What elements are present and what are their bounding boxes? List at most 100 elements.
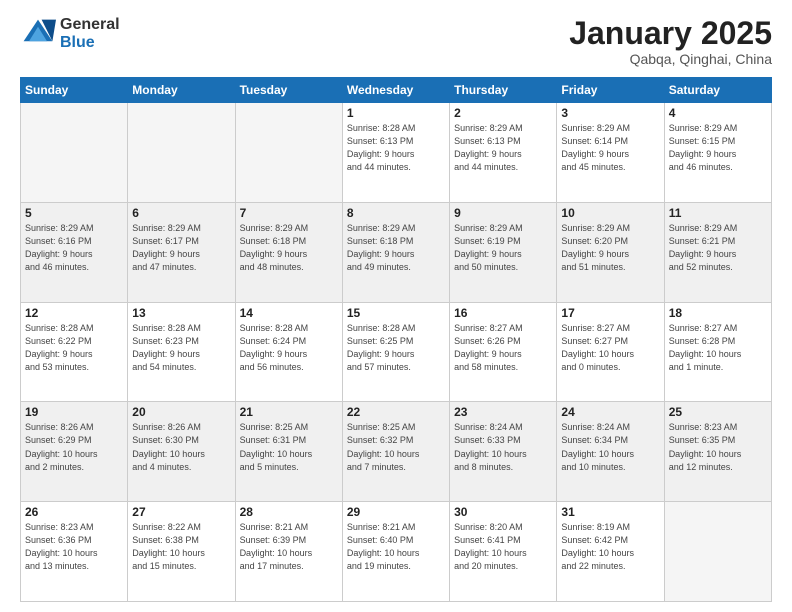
day-number: 22	[347, 405, 445, 419]
logo-blue: Blue	[60, 34, 120, 52]
calendar-cell: 2 Sunrise: 8:29 AM Sunset: 6:13 PM Daylig…	[450, 103, 557, 203]
day-info: Sunrise: 8:28 AM Sunset: 6:13 PM Dayligh…	[347, 122, 445, 174]
weekday-header-tuesday: Tuesday	[235, 78, 342, 103]
calendar-cell: 6Sunrise: 8:29 AM Sunset: 6:17 PM Daylig…	[128, 202, 235, 302]
calendar-table: SundayMondayTuesdayWednesdayThursdayFrid…	[20, 77, 772, 602]
day-number: 28	[240, 505, 338, 519]
day-number: 18	[669, 306, 767, 320]
day-number: 12	[25, 306, 123, 320]
day-number: 1	[347, 106, 445, 120]
logo: General Blue	[20, 16, 120, 52]
calendar-cell: 5 Sunrise: 8:29 AM Sunset: 6:16 PM Daylig…	[21, 202, 128, 302]
day-number: 19	[25, 405, 123, 419]
calendar-cell: 3Sunrise: 8:29 AM Sunset: 6:14 PM Daylig…	[557, 103, 664, 203]
day-number: 27	[132, 505, 230, 519]
calendar-cell: 31 Sunrise: 8:19 AM Sunset: 6:42 PM Dayli…	[557, 502, 664, 602]
day-info: Sunrise: 8:24 AM Sunset: 6:34 PM Dayligh…	[561, 421, 659, 473]
day-number: 31	[561, 505, 659, 519]
calendar-cell: 21Sunrise: 8:25 AM Sunset: 6:31 PM Dayli…	[235, 402, 342, 502]
calendar-week-row: 19 Sunrise: 8:26 AM Sunset: 6:29 PM Dayli…	[21, 402, 772, 502]
weekday-header-wednesday: Wednesday	[342, 78, 449, 103]
calendar-cell: 19 Sunrise: 8:26 AM Sunset: 6:29 PM Dayli…	[21, 402, 128, 502]
day-number: 6	[132, 206, 230, 220]
day-info: Sunrise: 8:29 AM Sunset: 6:18 PM Dayligh…	[347, 222, 445, 274]
calendar-cell: 24 Sunrise: 8:24 AM Sunset: 6:34 PM Dayli…	[557, 402, 664, 502]
day-info: Sunrise: 8:20 AM Sunset: 6:41 PM Dayligh…	[454, 521, 552, 573]
calendar-cell: 27 Sunrise: 8:22 AM Sunset: 6:38 PM Dayli…	[128, 502, 235, 602]
day-number: 8	[347, 206, 445, 220]
day-info: Sunrise: 8:25 AM Sunset: 6:32 PM Dayligh…	[347, 421, 445, 473]
day-info: Sunrise: 8:26 AM Sunset: 6:30 PM Dayligh…	[132, 421, 230, 473]
day-number: 24	[561, 405, 659, 419]
calendar-cell: 23Sunrise: 8:24 AM Sunset: 6:33 PM Dayli…	[450, 402, 557, 502]
logo-general: General	[60, 16, 120, 34]
day-number: 16	[454, 306, 552, 320]
logo-icon	[20, 16, 56, 52]
day-info: Sunrise: 8:19 AM Sunset: 6:42 PM Dayligh…	[561, 521, 659, 573]
calendar-week-row: 5 Sunrise: 8:29 AM Sunset: 6:16 PM Daylig…	[21, 202, 772, 302]
calendar-cell: 28 Sunrise: 8:21 AM Sunset: 6:39 PM Dayli…	[235, 502, 342, 602]
day-info: Sunrise: 8:23 AM Sunset: 6:35 PM Dayligh…	[669, 421, 767, 473]
calendar-cell: 12 Sunrise: 8:28 AM Sunset: 6:22 PM Dayli…	[21, 302, 128, 402]
main-title: January 2025	[569, 16, 772, 51]
calendar-cell: 11 Sunrise: 8:29 AM Sunset: 6:21 PM Dayli…	[664, 202, 771, 302]
calendar-cell: 18 Sunrise: 8:27 AM Sunset: 6:28 PM Dayli…	[664, 302, 771, 402]
weekday-header-monday: Monday	[128, 78, 235, 103]
day-number: 13	[132, 306, 230, 320]
day-info: Sunrise: 8:23 AM Sunset: 6:36 PM Dayligh…	[25, 521, 123, 573]
day-info: Sunrise: 8:29 AM Sunset: 6:16 PM Dayligh…	[25, 222, 123, 274]
calendar-cell: 7 Sunrise: 8:29 AM Sunset: 6:18 PM Daylig…	[235, 202, 342, 302]
day-info: Sunrise: 8:27 AM Sunset: 6:26 PM Dayligh…	[454, 322, 552, 374]
weekday-header-friday: Friday	[557, 78, 664, 103]
day-number: 20	[132, 405, 230, 419]
calendar-cell	[664, 502, 771, 602]
calendar-cell: 14 Sunrise: 8:28 AM Sunset: 6:24 PM Dayli…	[235, 302, 342, 402]
day-number: 17	[561, 306, 659, 320]
calendar-cell: 20 Sunrise: 8:26 AM Sunset: 6:30 PM Dayli…	[128, 402, 235, 502]
subtitle: Qabqa, Qinghai, China	[569, 51, 772, 67]
day-info: Sunrise: 8:28 AM Sunset: 6:22 PM Dayligh…	[25, 322, 123, 374]
day-number: 2	[454, 106, 552, 120]
calendar-cell: 22 Sunrise: 8:25 AM Sunset: 6:32 PM Dayli…	[342, 402, 449, 502]
page: General Blue January 2025 Qabqa, Qinghai…	[0, 0, 792, 612]
day-number: 14	[240, 306, 338, 320]
day-info: Sunrise: 8:28 AM Sunset: 6:25 PM Dayligh…	[347, 322, 445, 374]
calendar-cell: 4Sunrise: 8:29 AM Sunset: 6:15 PM Daylig…	[664, 103, 771, 203]
logo-text: General Blue	[60, 16, 120, 51]
day-info: Sunrise: 8:29 AM Sunset: 6:19 PM Dayligh…	[454, 222, 552, 274]
calendar-cell: 30 Sunrise: 8:20 AM Sunset: 6:41 PM Dayli…	[450, 502, 557, 602]
day-info: Sunrise: 8:27 AM Sunset: 6:27 PM Dayligh…	[561, 322, 659, 374]
day-number: 11	[669, 206, 767, 220]
day-info: Sunrise: 8:29 AM Sunset: 6:18 PM Dayligh…	[240, 222, 338, 274]
calendar-cell: 17 Sunrise: 8:27 AM Sunset: 6:27 PM Dayli…	[557, 302, 664, 402]
calendar-cell: 25 Sunrise: 8:23 AM Sunset: 6:35 PM Dayli…	[664, 402, 771, 502]
day-info: Sunrise: 8:21 AM Sunset: 6:40 PM Dayligh…	[347, 521, 445, 573]
day-number: 7	[240, 206, 338, 220]
day-number: 30	[454, 505, 552, 519]
day-number: 26	[25, 505, 123, 519]
title-block: January 2025 Qabqa, Qinghai, China	[569, 16, 772, 67]
day-info: Sunrise: 8:25 AM Sunset: 6:31 PM Dayligh…	[240, 421, 338, 473]
day-info: Sunrise: 8:27 AM Sunset: 6:28 PM Dayligh…	[669, 322, 767, 374]
day-number: 15	[347, 306, 445, 320]
calendar-cell: 8 Sunrise: 8:29 AM Sunset: 6:18 PM Daylig…	[342, 202, 449, 302]
calendar-cell: 26 Sunrise: 8:23 AM Sunset: 6:36 PM Dayli…	[21, 502, 128, 602]
day-number: 25	[669, 405, 767, 419]
calendar-cell: 13Sunrise: 8:28 AM Sunset: 6:23 PM Dayli…	[128, 302, 235, 402]
day-number: 5	[25, 206, 123, 220]
day-info: Sunrise: 8:21 AM Sunset: 6:39 PM Dayligh…	[240, 521, 338, 573]
weekday-header-saturday: Saturday	[664, 78, 771, 103]
header: General Blue January 2025 Qabqa, Qinghai…	[20, 16, 772, 67]
day-info: Sunrise: 8:22 AM Sunset: 6:38 PM Dayligh…	[132, 521, 230, 573]
day-info: Sunrise: 8:28 AM Sunset: 6:24 PM Dayligh…	[240, 322, 338, 374]
day-info: Sunrise: 8:29 AM Sunset: 6:13 PM Dayligh…	[454, 122, 552, 174]
day-info: Sunrise: 8:29 AM Sunset: 6:20 PM Dayligh…	[561, 222, 659, 274]
day-info: Sunrise: 8:26 AM Sunset: 6:29 PM Dayligh…	[25, 421, 123, 473]
calendar-cell: 15 Sunrise: 8:28 AM Sunset: 6:25 PM Dayli…	[342, 302, 449, 402]
day-number: 10	[561, 206, 659, 220]
day-info: Sunrise: 8:29 AM Sunset: 6:21 PM Dayligh…	[669, 222, 767, 274]
day-number: 29	[347, 505, 445, 519]
day-number: 3	[561, 106, 659, 120]
weekday-header-sunday: Sunday	[21, 78, 128, 103]
calendar-cell	[128, 103, 235, 203]
